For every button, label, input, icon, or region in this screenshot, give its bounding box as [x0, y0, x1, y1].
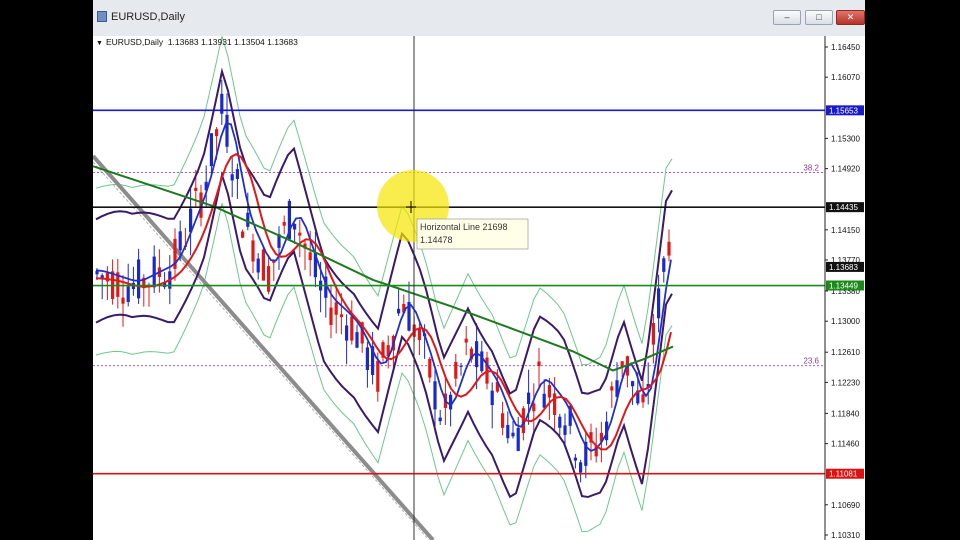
candle-body[interactable]	[256, 258, 260, 273]
candle-body[interactable]	[527, 392, 531, 404]
candle-body[interactable]	[355, 332, 359, 348]
candle-body[interactable]	[428, 358, 432, 378]
candle-body[interactable]	[490, 390, 494, 406]
price-label-text: 1.14435	[829, 203, 858, 212]
window-title: EURUSD,Daily	[111, 11, 185, 23]
fib-level-label: 38.2	[803, 164, 819, 173]
price-axis-tick-label: 1.14920	[831, 165, 860, 174]
candle-body[interactable]	[267, 266, 271, 292]
price-axis-tick-label: 1.10310	[831, 531, 860, 540]
candle-body[interactable]	[126, 286, 130, 302]
chart-window-icon	[97, 11, 107, 22]
maximize-button[interactable]: □	[805, 10, 833, 25]
price-axis-tick-label: 1.14150	[831, 226, 860, 235]
candle-body[interactable]	[261, 249, 265, 281]
ohlc-header: ▼ EURUSD,Daily 1.13683 1.13931 1.13504 1.…	[96, 37, 298, 47]
candle-body[interactable]	[516, 427, 520, 452]
fib-level-label: 23.6	[803, 357, 819, 366]
candle-body[interactable]	[209, 133, 213, 167]
collapse-triangle-icon[interactable]: ▼	[96, 40, 103, 47]
price-axis-tick-label: 1.12230	[831, 378, 860, 387]
candle-body[interactable]	[194, 187, 198, 191]
candle-body[interactable]	[631, 381, 635, 387]
candle-body[interactable]	[178, 231, 182, 251]
price-label-text: 1.13449	[829, 282, 858, 291]
candle-body[interactable]	[563, 425, 567, 435]
price-axis-tick-label: 1.11460	[831, 440, 860, 449]
candle-body[interactable]	[662, 258, 666, 272]
tooltip-value: 1.14478	[420, 235, 453, 245]
price-chart[interactable]: 38.2 23.6 Horizontal Line 21698 1.14478 1.16…	[93, 36, 865, 540]
candle-body[interactable]	[464, 338, 468, 343]
header-open: 1.13683	[167, 37, 199, 47]
candle-body[interactable]	[215, 129, 219, 137]
candle-body[interactable]	[225, 114, 229, 147]
header-high: 1.13931	[200, 37, 232, 47]
candle-body[interactable]	[480, 351, 484, 372]
candle-body[interactable]	[667, 241, 671, 256]
candle-body[interactable]	[298, 232, 302, 236]
price-axis-tick-label: 1.16070	[831, 73, 860, 82]
header-close: 1.13683	[267, 37, 298, 47]
candle-body[interactable]	[433, 381, 437, 410]
candle-body[interactable]	[350, 316, 354, 341]
price-axis-tick-label: 1.12610	[831, 348, 860, 357]
price-label-text: 1.13683	[829, 263, 858, 272]
candle-body[interactable]	[641, 394, 645, 403]
candle-body[interactable]	[376, 360, 380, 392]
candle-body[interactable]	[365, 347, 369, 371]
candle-body[interactable]	[506, 424, 510, 439]
candle-body[interactable]	[397, 308, 401, 314]
candle-body[interactable]	[610, 386, 614, 391]
candle-body[interactable]	[121, 297, 125, 304]
candle-body[interactable]	[152, 256, 156, 288]
candle-body[interactable]	[511, 432, 515, 437]
candle-body[interactable]	[651, 323, 655, 345]
candle-body[interactable]	[547, 385, 551, 398]
close-button[interactable]: ✕	[836, 10, 865, 25]
candle-body[interactable]	[282, 221, 286, 226]
candle-body[interactable]	[235, 169, 239, 180]
tooltip-title: Horizontal Line 21698	[420, 222, 508, 232]
candle-body[interactable]	[438, 417, 442, 422]
price-axis-tick-label: 1.16450	[831, 43, 860, 52]
minimize-button[interactable]: –	[773, 10, 801, 25]
price-label-text: 1.15653	[829, 106, 858, 115]
candle-body[interactable]	[293, 223, 297, 230]
candle-body[interactable]	[345, 325, 349, 341]
candle-body[interactable]	[657, 288, 661, 319]
title-bar[interactable]: EURUSD,Daily – □ ✕	[93, 0, 865, 37]
price-label-text: 1.11081	[829, 470, 858, 479]
price-axis-tick-label: 1.11840	[831, 409, 860, 418]
price-axis-tick-label: 1.15300	[831, 134, 860, 143]
header-low: 1.13504	[234, 37, 265, 47]
candle-body[interactable]	[454, 361, 458, 379]
candle-body[interactable]	[501, 413, 505, 428]
candle-body[interactable]	[246, 212, 250, 227]
candle-body[interactable]	[308, 252, 312, 261]
candle-body[interactable]	[339, 314, 343, 318]
candle-body[interactable]	[137, 259, 141, 299]
chart-window: EURUSD,Daily – □ ✕ 38.2 23.6 Horizontal Li…	[93, 0, 865, 540]
candle-body[interactable]	[334, 302, 338, 315]
candle-body[interactable]	[537, 361, 541, 367]
candle-body[interactable]	[95, 270, 99, 275]
candle-body[interactable]	[241, 231, 245, 238]
candle-body[interactable]	[417, 328, 421, 341]
price-axis-tick-label: 1.10690	[831, 501, 860, 510]
candle-body[interactable]	[459, 365, 463, 367]
candle-body[interactable]	[553, 393, 557, 415]
candle-body[interactable]	[449, 394, 453, 410]
header-symbol: EURUSD,Daily	[105, 37, 164, 47]
candle-body[interactable]	[251, 240, 255, 262]
price-axis-tick-label: 1.13000	[831, 317, 860, 326]
candle-body[interactable]	[542, 393, 546, 408]
candle-body[interactable]	[230, 174, 234, 181]
candle-body[interactable]	[579, 462, 583, 473]
candle-body[interactable]	[573, 457, 577, 461]
candle-body[interactable]	[329, 307, 333, 326]
candle-body[interactable]	[558, 416, 562, 428]
